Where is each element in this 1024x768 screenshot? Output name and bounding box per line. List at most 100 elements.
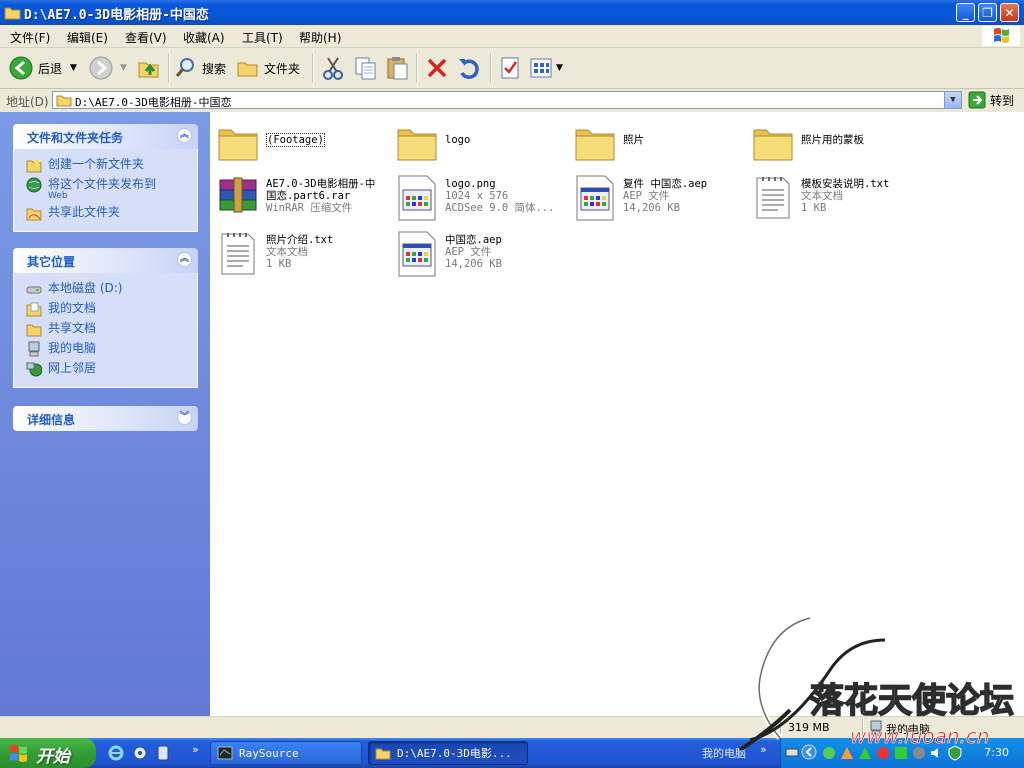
network-places-link[interactable]: 网上邻居	[14, 359, 197, 379]
file-tasks-panel: 文件和文件夹任务 ︽ 创建一个新文件夹 将这个文件夹发布到 Web 共享此文件夹	[13, 124, 198, 232]
file-list: (Footage) logo 照片 照片用的蒙板 AE7.0-3D电影相册-中	[210, 112, 1024, 716]
back-button[interactable]: 后退 ▼	[8, 54, 77, 82]
media-player-icon[interactable]	[132, 745, 148, 761]
folders-label: 文件夹	[264, 61, 301, 76]
folder-item[interactable]: 照片用的蒙板	[751, 120, 864, 168]
toolbar: 后退 ▼ ▼ 搜索 文件夹 ▼	[0, 48, 1024, 89]
windows-logo-icon	[982, 26, 1020, 46]
delete-button[interactable]	[424, 54, 450, 82]
start-button[interactable]: 开始	[0, 738, 96, 768]
folder-item[interactable]: logo	[395, 120, 470, 168]
menu-edit[interactable]: 编辑(E)	[67, 29, 108, 46]
collapse-icon[interactable]: ︽	[177, 252, 192, 267]
collapse-icon[interactable]: ︽	[177, 128, 192, 143]
tray-app-icon[interactable]	[875, 745, 891, 761]
folder-icon	[375, 748, 391, 760]
undo-icon	[459, 59, 479, 79]
file-item[interactable]: logo.png 1024 x 576 ACDSee 9.0 简体...	[395, 174, 555, 222]
security-shield-icon[interactable]	[947, 745, 963, 761]
properties-button[interactable]	[497, 54, 523, 82]
task-raysource[interactable]: RaySource	[210, 741, 362, 765]
file-tasks-header[interactable]: 文件和文件夹任务 ︽	[13, 124, 198, 149]
copy-button[interactable]	[353, 54, 379, 82]
copy-icon	[355, 57, 376, 80]
cut-button[interactable]	[320, 54, 346, 82]
up-folder-button[interactable]	[136, 54, 162, 82]
file-item[interactable]: 中国恋.aep AEP 文件 14,206 KB	[395, 230, 502, 278]
raysource-icon	[217, 746, 233, 760]
menu-file[interactable]: 文件(F)	[10, 29, 50, 46]
address-dropdown-icon[interactable]: ▼	[944, 92, 961, 108]
taskbar: 开始 » RaySource D:\AE7.0-3D电影... 我的电脑 » 7…	[0, 738, 1024, 768]
search-icon	[175, 58, 194, 77]
clock[interactable]: 7:30	[984, 746, 1009, 759]
menu-help[interactable]: 帮助(H)	[299, 29, 341, 46]
cut-icon	[323, 57, 343, 80]
task-explorer-window[interactable]: D:\AE7.0-3D电影...	[368, 741, 528, 765]
menu-bar: 文件(F) 编辑(E) 查看(V) 收藏(A) 工具(T) 帮助(H)	[0, 25, 1024, 48]
quick-launch-expand-icon[interactable]: »	[192, 743, 199, 756]
address-input[interactable]: D:\AE7.0-3D电影相册-中国恋 ▼	[52, 91, 962, 109]
details-header[interactable]: 详细信息 ︾	[13, 406, 198, 431]
quick-launch-icon[interactable]	[156, 745, 170, 761]
text-file-icon	[221, 233, 255, 275]
forward-dropdown-icon[interactable]: ▼	[120, 63, 127, 73]
volume-icon[interactable]	[929, 745, 945, 761]
other-places-header[interactable]: 其它位置 ︽	[13, 248, 198, 273]
folder-icon	[397, 129, 437, 161]
expand-icon[interactable]: ︾	[177, 410, 192, 425]
file-item[interactable]: 复件 中国恋.aep AEP 文件 14,206 KB	[573, 174, 707, 222]
folder-icon	[753, 129, 793, 161]
up-folder-icon	[138, 62, 159, 78]
menu-view[interactable]: 查看(V)	[125, 29, 167, 46]
folder-item[interactable]: (Footage)	[216, 120, 325, 168]
forward-button[interactable]: ▼	[88, 54, 127, 82]
show-hidden-icons-icon[interactable]	[801, 744, 817, 760]
views-button[interactable]: ▼	[528, 54, 563, 82]
my-documents-link[interactable]: 我的文档	[14, 299, 197, 319]
undo-button[interactable]	[456, 54, 482, 82]
folders-button[interactable]: 文件夹	[236, 54, 300, 82]
menu-favorites[interactable]: 收藏(A)	[183, 29, 225, 46]
folder-icon	[218, 129, 258, 161]
go-button[interactable]: 转到	[968, 91, 1014, 109]
address-bar: 地址(D) D:\AE7.0-3D电影相册-中国恋 ▼ 转到	[0, 89, 1024, 113]
minimize-button[interactable]: _	[956, 3, 975, 22]
close-button[interactable]: ✕	[1000, 3, 1019, 22]
shared-documents-link[interactable]: 共享文档	[14, 319, 197, 339]
toolbar-expand-icon[interactable]: »	[760, 743, 767, 756]
taskbar-toolbar-label[interactable]: 我的电脑	[702, 745, 746, 761]
back-arrow-icon	[9, 56, 33, 80]
back-dropdown-icon[interactable]: ▼	[70, 63, 77, 73]
tray-app-icon[interactable]	[911, 745, 927, 761]
local-disk-link[interactable]: 本地磁盘 (D:)	[14, 279, 197, 299]
toolbar-separator	[416, 54, 418, 82]
share-folder-link[interactable]: 共享此文件夹	[14, 203, 197, 223]
search-button[interactable]: 搜索	[174, 54, 226, 82]
file-item[interactable]: 照片介绍.txt 文本文档 1 KB	[216, 230, 333, 278]
status-separator	[862, 719, 864, 736]
file-item[interactable]: AE7.0-3D电影相册-中 国恋.part6.rar WinRAR 压缩文件	[216, 174, 375, 222]
menu-tools[interactable]: 工具(T)	[242, 29, 283, 46]
paste-button[interactable]	[385, 54, 411, 82]
folder-item[interactable]: 照片	[573, 120, 644, 168]
maximize-button[interactable]: ❐	[978, 3, 997, 22]
tray-app-icon[interactable]	[857, 745, 873, 761]
new-folder-link[interactable]: 创建一个新文件夹	[14, 155, 197, 175]
tray-app-icon[interactable]	[821, 745, 837, 761]
my-computer-link[interactable]: 我的电脑	[14, 339, 197, 359]
file-tasks-title: 文件和文件夹任务	[27, 131, 124, 145]
ie-icon[interactable]	[108, 745, 124, 761]
views-dropdown-icon[interactable]: ▼	[556, 63, 563, 73]
keyboard-icon[interactable]	[785, 745, 799, 759]
title-bar[interactable]: D:\AE7.0-3D电影相册-中国恋 _ ❐ ✕	[0, 0, 1024, 25]
computer-icon	[28, 341, 40, 357]
other-places-title: 其它位置	[27, 255, 76, 269]
address-label: 地址(D)	[6, 95, 49, 109]
back-label: 后退	[38, 61, 63, 76]
publish-web-link[interactable]: 将这个文件夹发布到 Web	[14, 175, 197, 203]
tray-app-icon[interactable]	[893, 745, 909, 761]
delete-icon	[427, 58, 447, 78]
tray-app-icon[interactable]	[839, 745, 855, 761]
file-item[interactable]: 模板安装说明.txt 文本文档 1 KB	[751, 174, 889, 222]
